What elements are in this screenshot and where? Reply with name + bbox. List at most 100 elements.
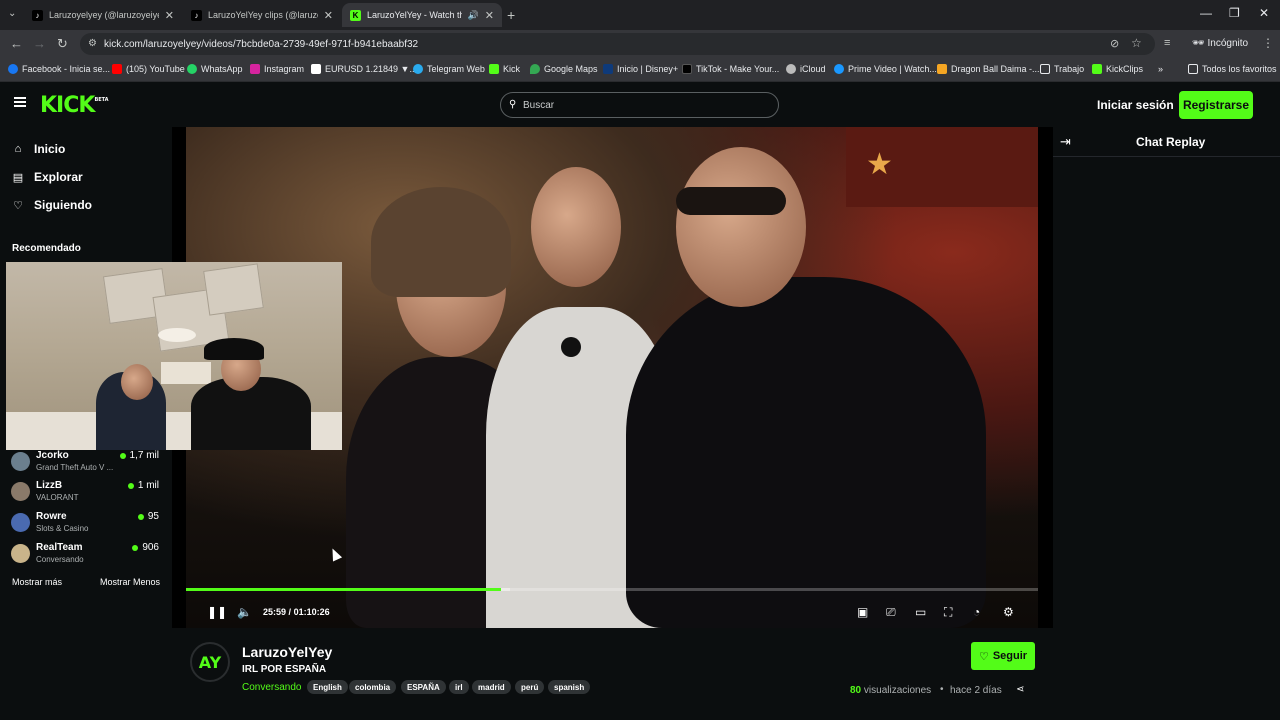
bookmark-google-maps[interactable]: Google Maps xyxy=(530,64,598,74)
star-icon[interactable]: ☆ xyxy=(1131,36,1142,50)
kick-logo[interactable]: KICKBETA xyxy=(40,93,109,118)
chat-title: Chat Replay xyxy=(1136,135,1206,149)
new-tab-button[interactable]: + xyxy=(507,7,515,23)
close-icon[interactable]: ✕ xyxy=(485,9,494,22)
avatar xyxy=(11,544,30,563)
bookmark-dragonball[interactable]: Dragon Ball Daima -... xyxy=(937,64,1040,74)
tab-kick[interactable]: K LaruzoYelYey - Watch the V 🔊 ✕ xyxy=(342,3,502,27)
channel-avatar[interactable]: AY xyxy=(190,642,230,682)
tag-english[interactable]: English xyxy=(307,680,348,694)
sidebar-item-home[interactable]: ⌂ Inicio xyxy=(12,142,66,156)
forward-icon[interactable]: → xyxy=(33,36,46,51)
cast-icon[interactable]: ⎚ xyxy=(886,605,896,620)
fullscreen-icon[interactable]: ⛶ xyxy=(944,605,952,620)
bookmark-eurusd[interactable]: EURUSD 1.21849 ▼... xyxy=(311,64,417,74)
volume-icon[interactable]: 🔈 xyxy=(237,605,252,619)
tiktok-icon xyxy=(682,64,692,74)
bookmark-icloud[interactable]: iCloud xyxy=(786,64,826,74)
pause-button[interactable]: ❚❚ xyxy=(207,605,227,619)
stream-category[interactable]: Conversando xyxy=(242,682,301,693)
search-placeholder: Buscar xyxy=(523,99,555,111)
channel-item-realteam[interactable]: RealTeam Conversando 906 xyxy=(11,542,161,570)
home-icon: ⌂ xyxy=(14,143,22,155)
bookmark-trabajo[interactable]: Trabajo xyxy=(1040,64,1084,74)
views-label: visualizaciones xyxy=(863,685,932,696)
tab-tiktok-2[interactable]: ♪ LaruzoYelYey clips (@laruzo_y_ ✕ xyxy=(183,3,341,27)
theater-mode-icon[interactable]: ▭ xyxy=(915,605,926,619)
avatar xyxy=(11,482,30,501)
incognito-badge[interactable]: 🕶 Incógnito xyxy=(1192,38,1248,49)
tag-madrid[interactable]: madrid xyxy=(472,680,511,694)
man-center-face xyxy=(531,167,621,287)
bookmark-whatsapp[interactable]: WhatsApp xyxy=(187,64,243,74)
show-more-link[interactable]: Mostrar más xyxy=(12,577,62,587)
site-header: KICKBETA ⚲ Buscar Iniciar sesión Registr… xyxy=(0,83,1280,127)
bookmark-kick[interactable]: Kick xyxy=(489,64,520,74)
explore-icon: ▤ xyxy=(12,171,24,184)
tag-spanish[interactable]: spanish xyxy=(548,680,591,694)
show-less-link[interactable]: Mostrar Menos xyxy=(100,577,160,587)
disney-icon xyxy=(603,64,613,74)
tag-irl[interactable]: irl xyxy=(449,680,469,694)
sidebar-item-following[interactable]: ♡ Siguiendo xyxy=(12,198,92,212)
man-right-face xyxy=(676,147,806,307)
close-icon[interactable]: ✕ xyxy=(324,9,333,22)
settings-gear-icon[interactable]: ⚙ xyxy=(1003,605,1014,619)
live-dot-icon xyxy=(127,482,134,489)
channel-item-lizzb[interactable]: LizzB VALORANT 1 mil xyxy=(11,480,161,508)
tiktok-icon: ♪ xyxy=(32,9,43,21)
url-field[interactable]: ⚙ kick.com/laruzoyelyey/videos/7bcbde0a-… xyxy=(80,33,1155,55)
tag-peru[interactable]: perú xyxy=(515,680,545,694)
site-info-icon[interactable]: ⚙ xyxy=(88,38,97,49)
folder-icon xyxy=(1188,64,1198,74)
restore-button[interactable]: ❐ xyxy=(1229,6,1240,20)
tag-colombia[interactable]: colombia xyxy=(349,680,397,694)
reload-icon[interactable]: ↻ xyxy=(57,36,68,52)
channel-name[interactable]: LaruzoYelYey xyxy=(242,644,332,660)
viewer-count: 1,7 mil xyxy=(119,450,159,461)
bookmark-tiktok[interactable]: TikTok - Make Your... xyxy=(682,64,779,74)
tab-search-icon[interactable]: ⌄ xyxy=(8,8,16,19)
incognito-icon: 🕶 xyxy=(1192,38,1205,49)
bookmarks-overflow-icon[interactable]: » xyxy=(1158,64,1163,74)
instagram-icon xyxy=(250,64,260,74)
close-icon[interactable]: ✕ xyxy=(165,9,174,22)
live-dot-icon xyxy=(137,513,144,520)
bookmark-youtube[interactable]: (105) YouTube xyxy=(112,64,185,74)
bookmark-disney[interactable]: Inicio | Disney+ xyxy=(603,64,678,74)
streamer-left-face xyxy=(121,364,153,400)
sidebar-item-explore[interactable]: ▤ Explorar xyxy=(12,170,83,184)
maps-icon xyxy=(530,64,540,74)
more-menu-icon[interactable]: ⋮ xyxy=(1262,36,1274,50)
share-icon[interactable]: ⋖ xyxy=(1016,684,1024,695)
login-button[interactable]: Iniciar sesión xyxy=(1097,98,1174,112)
search-input[interactable]: ⚲ Buscar xyxy=(500,92,779,118)
separator-dot: • xyxy=(940,684,944,695)
bookmark-instagram[interactable]: Instagram xyxy=(250,64,304,74)
eye-off-icon[interactable]: ⊘ xyxy=(1110,37,1119,50)
hamburger-menu-icon[interactable] xyxy=(14,97,26,107)
tab-tiktok-1[interactable]: ♪ Laruzoyelyey (@laruzoyeiyey) | ✕ xyxy=(24,3,182,27)
bookmark-facebook[interactable]: Facebook - Inicia se... xyxy=(8,64,110,74)
folder-icon xyxy=(1040,64,1050,74)
speed-icon[interactable]: ◔ xyxy=(973,605,980,619)
follow-button[interactable]: ♡ Seguir xyxy=(971,642,1035,670)
miniplayer-icon[interactable]: ▣ xyxy=(857,605,868,619)
media-icon[interactable]: ≡ xyxy=(1164,37,1170,49)
bookmark-prime[interactable]: Prime Video | Watch... xyxy=(834,64,937,74)
minimize-button[interactable]: — xyxy=(1200,6,1212,20)
bookmarks-bar: Facebook - Inicia se... (105) YouTube Wh… xyxy=(0,58,1280,82)
close-window-button[interactable]: ✕ xyxy=(1259,6,1269,20)
collapse-chat-icon[interactable]: ⇥ xyxy=(1060,134,1071,150)
channel-item-jcorko[interactable]: Jcorko Grand Theft Auto V ... 1,7 mil xyxy=(11,450,161,478)
bookmark-telegram[interactable]: Telegram Web xyxy=(413,64,485,74)
facebook-icon xyxy=(8,64,18,74)
channel-item-rowre[interactable]: Rowre Slots & Casino 95 xyxy=(11,511,161,539)
bookmark-all-favorites[interactable]: Todos los favoritos xyxy=(1188,64,1277,74)
heart-icon: ♡ xyxy=(13,199,23,212)
tag-espana[interactable]: ESPAÑA xyxy=(401,680,446,694)
bookmark-kickclips[interactable]: KickClips xyxy=(1092,64,1143,74)
back-icon[interactable]: ← xyxy=(10,36,23,51)
register-button[interactable]: Registrarse xyxy=(1179,91,1253,119)
seek-bar[interactable] xyxy=(186,588,1038,591)
